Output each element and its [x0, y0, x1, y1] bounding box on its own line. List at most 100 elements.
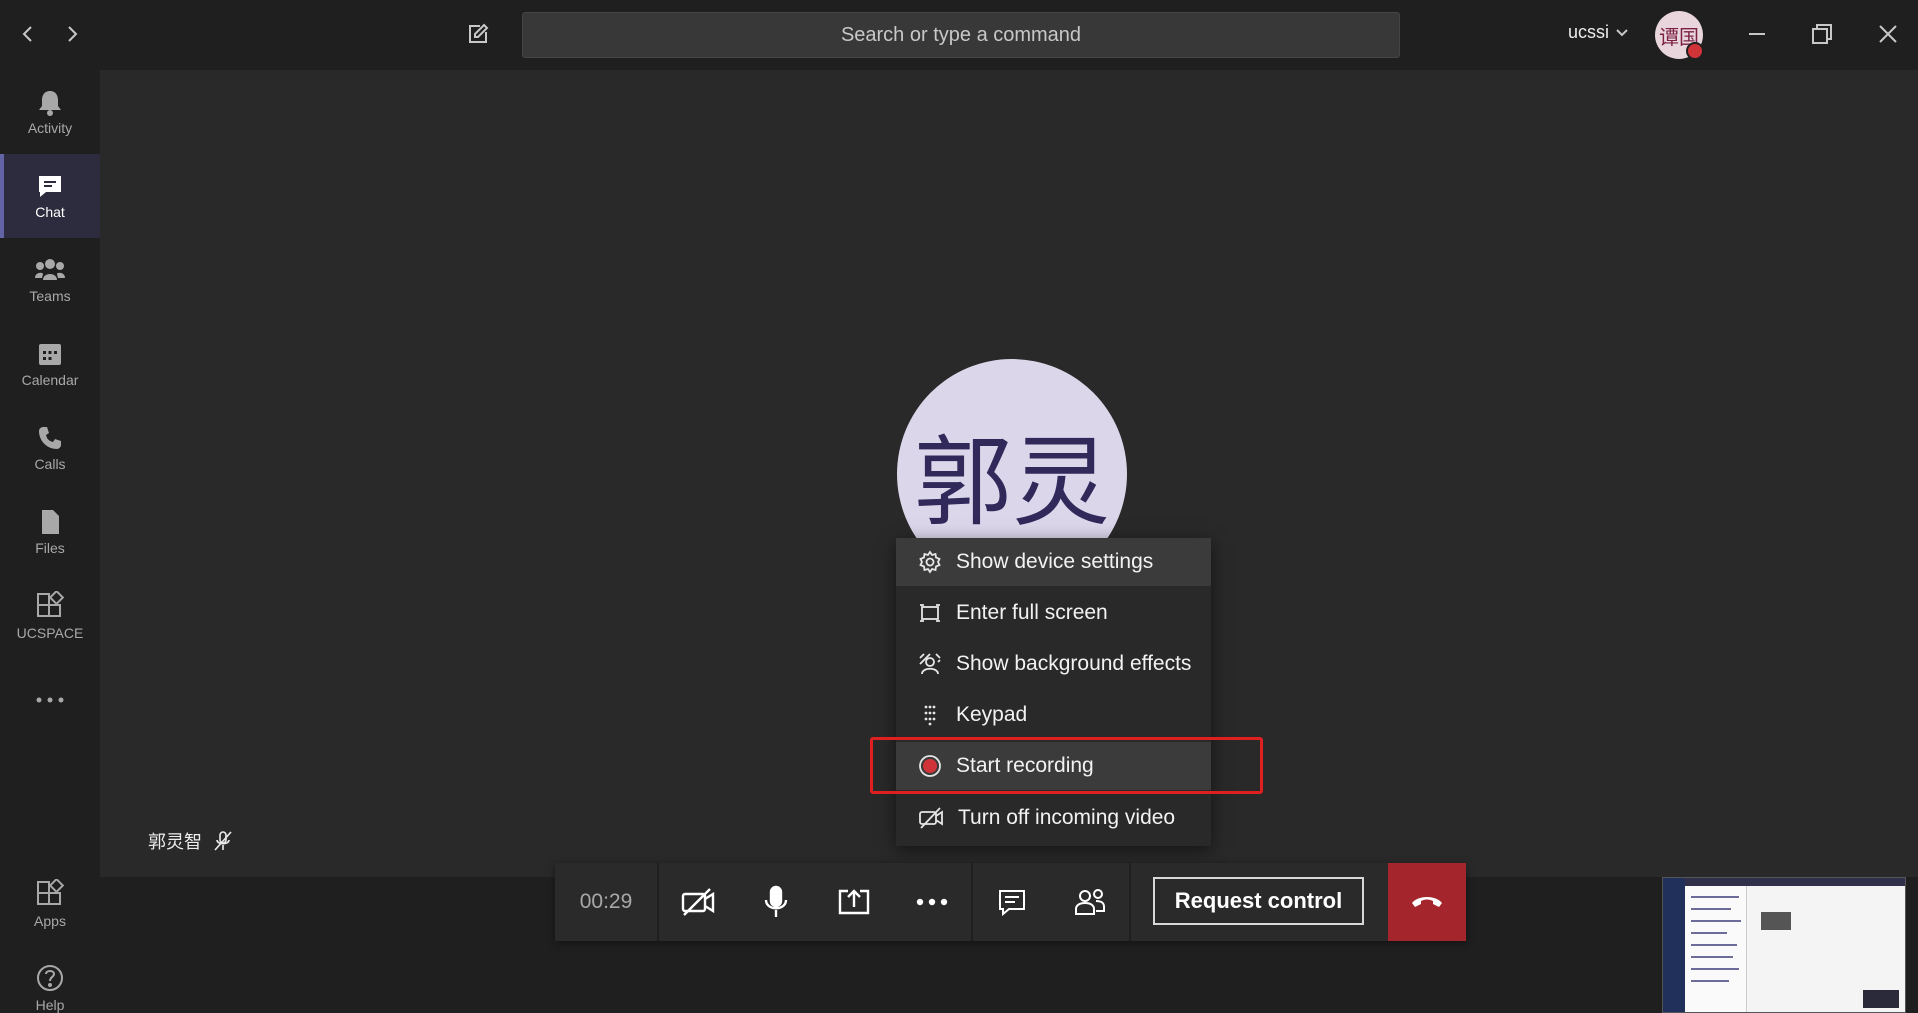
rail-item-label: Activity [27, 120, 73, 136]
org-switcher[interactable]: ucssi [1568, 22, 1629, 43]
rail-item-help[interactable]: Help [0, 946, 100, 1013]
phone-icon [39, 427, 61, 449]
help-icon [37, 965, 63, 991]
active-indicator [0, 154, 4, 238]
call-control-bar: 00:29 Request control [555, 863, 1466, 941]
bell-icon [39, 91, 61, 116]
rail-item-activity[interactable]: Activity [0, 70, 100, 154]
rail-item-teams[interactable]: Teams [0, 238, 100, 322]
file-icon [42, 510, 59, 534]
menu-item-background-effects[interactable]: Show background effects [896, 640, 1211, 688]
search-input[interactable]: Search or type a command [522, 12, 1400, 58]
rail-item-label: UCSPACE [16, 625, 84, 641]
video-off-icon [919, 807, 943, 829]
preview-titlebar [1685, 878, 1905, 886]
rail-item-label: Chat [35, 204, 65, 220]
preview-line [1691, 980, 1729, 982]
preview-video-tile [1761, 912, 1791, 930]
minimize-button[interactable] [1739, 16, 1775, 52]
request-control-button[interactable]: Request control [1153, 877, 1364, 925]
menu-item-label: Keypad [956, 703, 1028, 726]
menu-item-label: Show device settings [956, 550, 1154, 573]
org-name: ucssi [1568, 22, 1610, 42]
menu-item-label: Show background effects [956, 652, 1192, 675]
calendar-icon [39, 344, 61, 365]
chevron-left-icon [22, 26, 32, 42]
close-button[interactable] [1870, 16, 1906, 52]
preview-line [1691, 908, 1731, 910]
menu-item-label: Enter full screen [956, 601, 1108, 624]
more-options-menu: Show device settings Enter full screen S… [896, 538, 1211, 846]
app-grid-icon [37, 591, 65, 617]
preview-line [1691, 944, 1737, 946]
preview-line [1691, 956, 1733, 958]
chat-icon [39, 176, 61, 197]
mic-toggle-button[interactable] [737, 863, 815, 941]
preview-line [1691, 968, 1739, 970]
preview-line [1691, 896, 1739, 898]
show-participants-button[interactable] [1051, 863, 1129, 941]
rail-item-label: Calls [34, 456, 66, 472]
rail-item-calls[interactable]: Calls [0, 406, 100, 490]
conversation-icon [999, 890, 1025, 917]
rail-item-chat[interactable]: Chat [0, 154, 100, 238]
close-icon [1879, 25, 1897, 43]
teams-call-window: Search or type a command ucssi 谭国 Activi… [0, 0, 1918, 1013]
show-conversation-button[interactable] [973, 863, 1051, 941]
screen-share-preview[interactable] [1662, 877, 1906, 1013]
rail-item-calendar[interactable]: Calendar [0, 322, 100, 406]
camera-toggle-button[interactable] [659, 863, 737, 941]
keypad-icon [924, 705, 936, 726]
fullscreen-icon [920, 604, 940, 622]
participant-name: 郭灵智 [148, 832, 202, 853]
gear-icon [919, 550, 941, 574]
new-chat-button[interactable] [460, 16, 496, 52]
rail-item-label: Help [35, 997, 65, 1013]
rail-item-files[interactable]: Files [0, 490, 100, 574]
preview-line [1691, 932, 1727, 934]
apps-icon [37, 879, 65, 905]
app-rail: Activity Chat Teams Calendar Calls Files… [0, 70, 100, 1013]
presence-busy-icon [1686, 42, 1704, 60]
chevron-down-icon [1616, 28, 1628, 36]
rail-item-ucspace[interactable]: UCSPACE [0, 574, 100, 658]
ellipsis-icon [36, 697, 64, 703]
hang-up-icon [1412, 897, 1442, 907]
menu-item-start-recording[interactable]: Start recording [896, 742, 1211, 790]
teams-icon [35, 259, 65, 280]
rail-item-label: Apps [34, 913, 66, 929]
participant-initials: 郭灵 [913, 426, 1110, 540]
ellipsis-icon [916, 898, 948, 906]
more-apps-button[interactable] [0, 658, 100, 742]
menu-item-label: Turn off incoming video [958, 806, 1176, 829]
restore-button[interactable] [1804, 16, 1840, 52]
share-screen-button[interactable] [815, 863, 893, 941]
search-placeholder: Search or type a command [840, 23, 1082, 46]
call-timer: 00:29 [555, 863, 659, 941]
background-effects-icon [919, 653, 941, 675]
rail-item-apps[interactable]: Apps [0, 862, 100, 946]
preview-chat-list [1685, 886, 1747, 1012]
back-button[interactable] [10, 16, 46, 52]
microphone-icon [764, 885, 788, 917]
menu-item-turn-off-incoming-video[interactable]: Turn off incoming video [896, 794, 1211, 842]
forward-button[interactable] [54, 16, 90, 52]
camera-off-icon [681, 888, 715, 916]
rail-item-label: Calendar [21, 372, 79, 388]
menu-item-label: Start recording [956, 754, 1094, 777]
record-icon [919, 755, 941, 777]
rail-item-label: Teams [29, 288, 71, 304]
hang-up-button[interactable] [1388, 863, 1466, 941]
participant-name-tag: 郭灵智 [148, 828, 234, 854]
menu-item-keypad[interactable]: Keypad [896, 691, 1211, 739]
rail-item-label: Files [35, 540, 65, 556]
minimize-icon [1749, 33, 1765, 35]
preview-line [1691, 920, 1741, 922]
title-bar: Search or type a command ucssi 谭国 [0, 0, 1918, 70]
menu-item-device-settings[interactable]: Show device settings [896, 538, 1211, 586]
menu-item-full-screen[interactable]: Enter full screen [896, 589, 1211, 637]
preview-call-window [1863, 990, 1899, 1008]
chevron-right-icon [68, 26, 78, 42]
mic-muted-icon [214, 831, 232, 851]
more-actions-button[interactable] [893, 863, 971, 941]
